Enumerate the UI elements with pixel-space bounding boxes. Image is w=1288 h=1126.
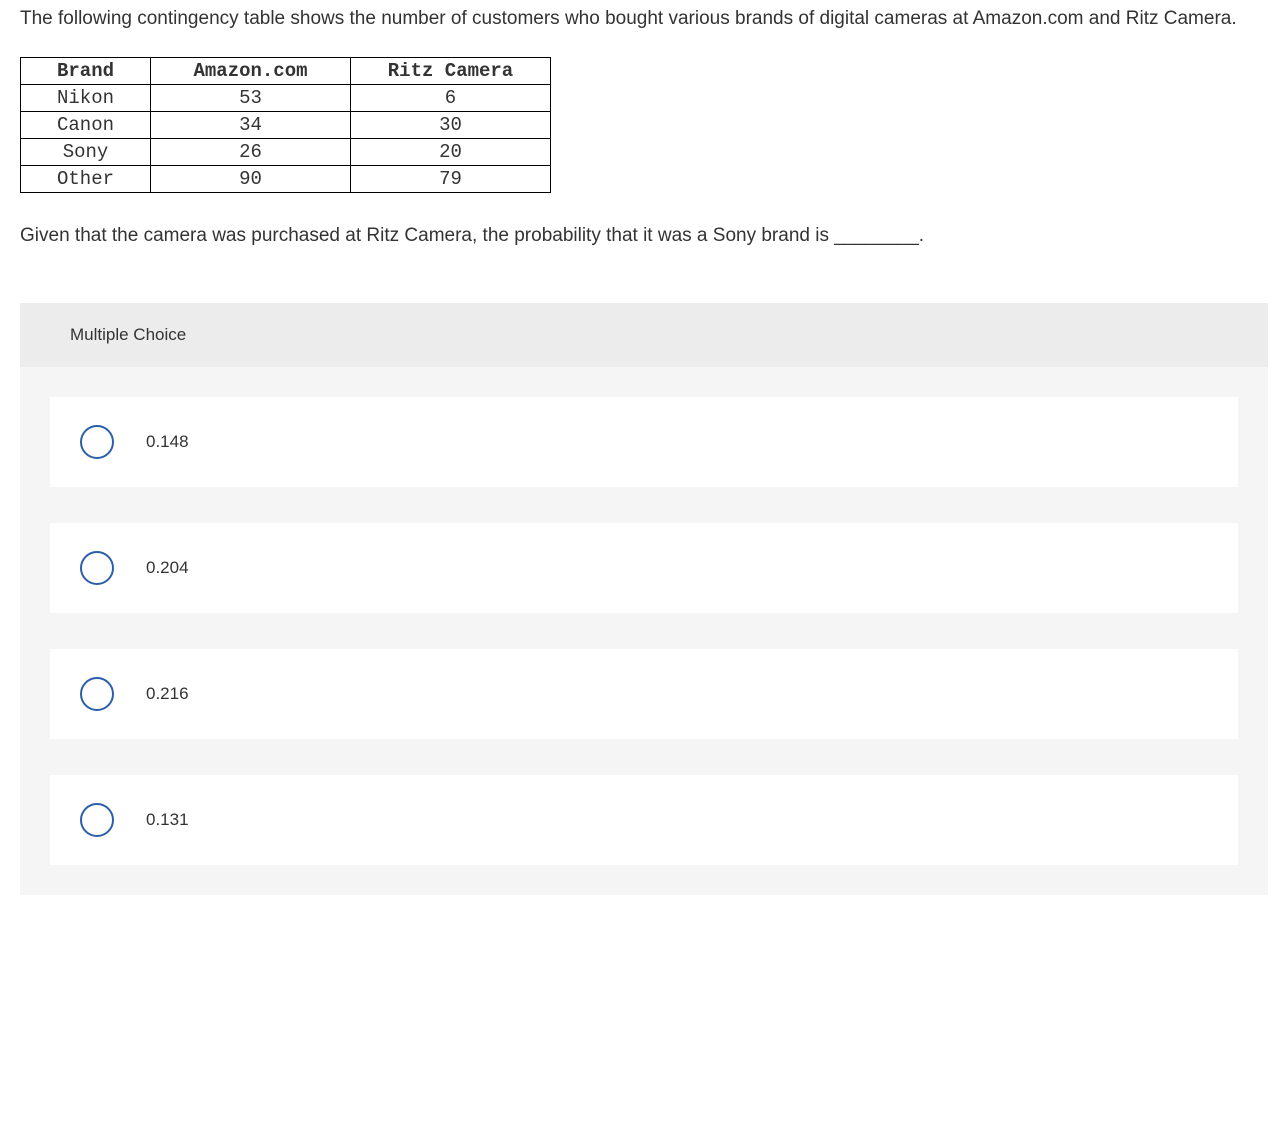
option-label: 0.148 [146, 432, 189, 452]
cell-ritz: 20 [351, 139, 551, 166]
option-label: 0.204 [146, 558, 189, 578]
radio-icon[interactable] [80, 803, 114, 837]
contingency-table: Brand Amazon.com Ritz Camera Nikon 53 6 … [20, 57, 551, 193]
multiple-choice-title: Multiple Choice [20, 303, 1268, 367]
radio-icon[interactable] [80, 425, 114, 459]
cell-brand: Canon [21, 112, 151, 139]
multiple-choice-panel: Multiple Choice 0.148 0.204 0.216 0.131 [20, 303, 1268, 895]
cell-ritz: 30 [351, 112, 551, 139]
radio-icon[interactable] [80, 551, 114, 585]
option-1[interactable]: 0.204 [50, 523, 1238, 613]
question-text: Given that the camera was purchased at R… [20, 225, 1268, 247]
header-ritz: Ritz Camera [351, 58, 551, 85]
table-row: Nikon 53 6 [21, 85, 551, 112]
question-intro: The following contingency table shows th… [20, 4, 1268, 33]
cell-amazon: 90 [151, 166, 351, 193]
cell-ritz: 79 [351, 166, 551, 193]
options-list: 0.148 0.204 0.216 0.131 [20, 367, 1268, 865]
cell-amazon: 26 [151, 139, 351, 166]
option-3[interactable]: 0.131 [50, 775, 1238, 865]
cell-brand: Sony [21, 139, 151, 166]
table-header-row: Brand Amazon.com Ritz Camera [21, 58, 551, 85]
table-row: Canon 34 30 [21, 112, 551, 139]
option-0[interactable]: 0.148 [50, 397, 1238, 487]
option-label: 0.131 [146, 810, 189, 830]
table-row: Sony 26 20 [21, 139, 551, 166]
cell-brand: Nikon [21, 85, 151, 112]
option-2[interactable]: 0.216 [50, 649, 1238, 739]
table-row: Other 90 79 [21, 166, 551, 193]
cell-amazon: 53 [151, 85, 351, 112]
cell-ritz: 6 [351, 85, 551, 112]
header-amazon: Amazon.com [151, 58, 351, 85]
cell-amazon: 34 [151, 112, 351, 139]
radio-icon[interactable] [80, 677, 114, 711]
option-label: 0.216 [146, 684, 189, 704]
cell-brand: Other [21, 166, 151, 193]
header-brand: Brand [21, 58, 151, 85]
